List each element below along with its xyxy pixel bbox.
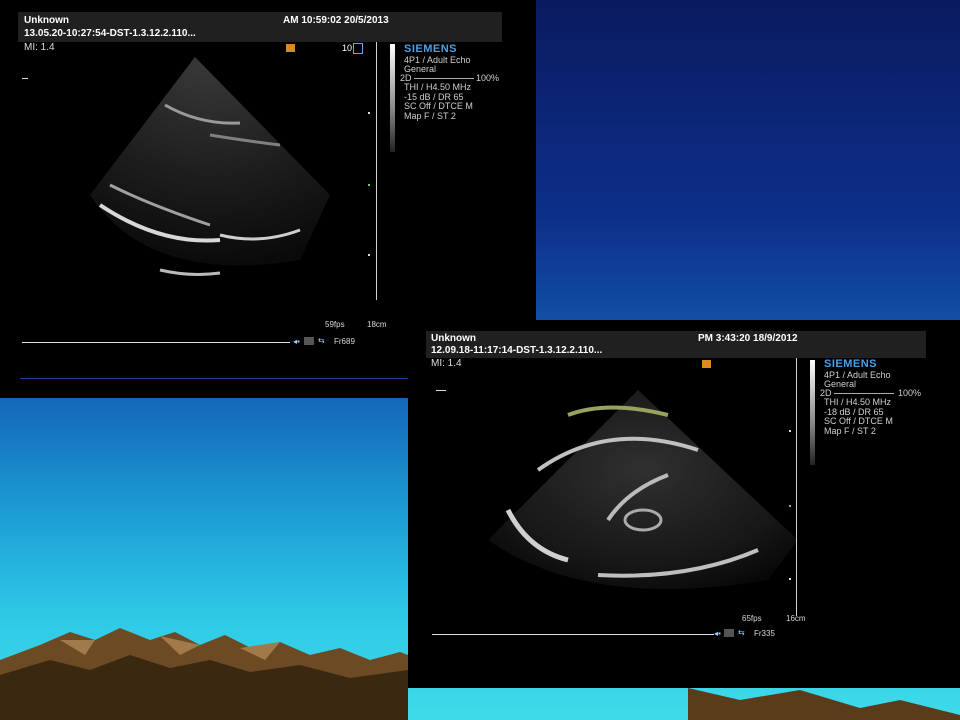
date-time: AM 10:59:02 20/5/2013 <box>283 15 389 26</box>
frame-rate: 59fps <box>325 320 345 329</box>
date-time: PM 3:43:20 18/9/2012 <box>698 333 798 344</box>
mechanical-index: MI: 1.4 <box>431 358 462 369</box>
gain-label: 100% <box>898 388 922 398</box>
frame-count: Fr335 <box>754 629 775 638</box>
ruler-dot <box>789 430 791 432</box>
ultrasound-image <box>488 390 798 589</box>
depth-value: 16cm <box>786 614 806 623</box>
patient-name: Unknown <box>24 15 69 26</box>
brand-logo: SIEMENS <box>824 358 878 370</box>
patient-name: Unknown <box>431 333 476 344</box>
gain-line <box>414 78 474 79</box>
tick-mark <box>436 390 446 391</box>
gain-label: 100% <box>476 73 500 83</box>
frame-rate: 65fps <box>742 614 762 623</box>
divider-line <box>20 378 408 379</box>
study-id: 13.05.20-10:27:54-DST-1.3.12.2.110... <box>24 28 196 39</box>
mechanical-index: MI: 1.4 <box>24 42 55 53</box>
play-icon[interactable]: ◂▪ <box>714 629 721 638</box>
ruler-dot <box>789 505 791 507</box>
ruler-dot <box>368 112 370 114</box>
frame-count: Fr689 <box>334 337 355 346</box>
grayscale-bar <box>810 360 815 465</box>
depth-ruler <box>376 42 377 300</box>
study-id: 12.09.18-11:17:14-DST-1.3.12.2.110... <box>431 345 603 356</box>
loop-icon[interactable]: ⇆ <box>318 336 325 345</box>
acquisition-params: THI / H4.50 MHz -15 dB / DR 65 SC Off / … <box>404 82 473 121</box>
timeline-bar <box>22 342 290 343</box>
play-icon[interactable]: ◂▪ <box>293 337 300 346</box>
depth-ruler <box>796 358 797 616</box>
gain-line <box>834 393 894 394</box>
ultrasound-image <box>90 57 330 276</box>
ruler-dot <box>789 578 791 580</box>
acquisition-params: THI / H4.50 MHz -18 dB / DR 65 SC Off / … <box>824 397 893 436</box>
ruler-dot <box>368 254 370 256</box>
grayscale-bar <box>390 44 395 152</box>
brand-logo: SIEMENS <box>404 43 458 55</box>
cine-icon[interactable] <box>724 629 734 637</box>
tick-mark <box>22 78 28 79</box>
orientation-marker-icon <box>702 360 711 368</box>
cine-icon[interactable] <box>304 337 314 345</box>
timeline-bar <box>432 634 714 635</box>
loop-icon[interactable]: ⇆ <box>738 628 745 637</box>
echo-panel-bottom: Unknown PM 3:43:20 18/9/2012 12.09.18-11… <box>408 320 960 688</box>
ruler-dot <box>368 184 370 186</box>
depth-value: 18cm <box>367 320 387 329</box>
